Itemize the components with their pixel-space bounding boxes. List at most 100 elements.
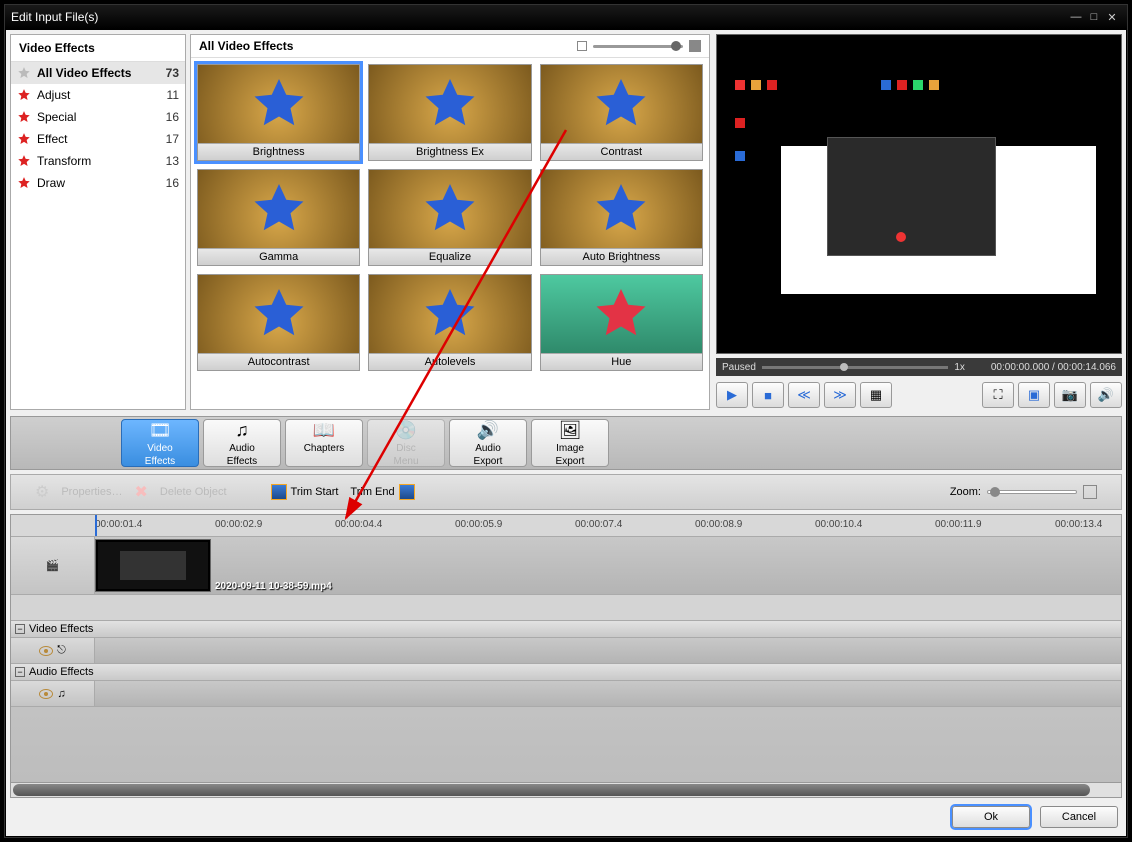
next-frame-button[interactable]: ≫ [824, 382, 856, 408]
playback-speed: 1x [954, 362, 965, 373]
delete-icon: ✖ [134, 482, 147, 502]
tool-row: ⚙ Properties… ✖ Delete Object Trim Start… [10, 474, 1122, 510]
category-item-effect[interactable]: Effect17 [11, 128, 185, 150]
clapperboard-icon: 🎬 [46, 559, 60, 572]
timeline: 00:00:01.4 00:00:02.9 00:00:04.4 00:00:05.9… [10, 514, 1122, 794]
zoom-label: Zoom: [950, 486, 981, 498]
audio-effects-section[interactable]: −Audio Effects [11, 664, 1121, 681]
edit-window: Edit Input File(s) — □ ✕ Video Effects A… [4, 4, 1128, 838]
content-area: Video Effects All Video Effects73Adjust1… [5, 29, 1127, 837]
video-effects-track[interactable] [95, 638, 1121, 663]
mode-image-export[interactable]: 🖼ImageExport [531, 419, 609, 467]
stop-button[interactable]: ■ [752, 382, 784, 408]
effect-contrast[interactable]: Contrast [540, 64, 703, 161]
category-list: Video Effects All Video Effects73Adjust1… [10, 34, 186, 410]
effect-equalize[interactable]: Equalize [368, 169, 531, 266]
ruler-tick: 00:00:08.9 [695, 519, 742, 530]
playback-status: Paused [722, 362, 756, 373]
category-item-all-video-effects[interactable]: All Video Effects73 [11, 62, 185, 84]
mode-audio-export[interactable]: 🔊AudioExport [449, 419, 527, 467]
close-button[interactable]: ✕ [1103, 11, 1121, 24]
horizontal-scrollbar[interactable] [10, 782, 1122, 798]
collapse-icon[interactable]: − [15, 667, 25, 677]
delete-object-button: Delete Object [160, 486, 227, 498]
crop-button[interactable]: ⛶ [982, 382, 1014, 408]
effects-header: All Video Effects [199, 39, 293, 53]
cancel-button[interactable]: Cancel [1040, 806, 1118, 828]
mode-video-effects[interactable]: 🎞VideoEffects [121, 419, 199, 467]
zoom-slider[interactable] [987, 490, 1077, 494]
volume-button[interactable]: 🔊 [1090, 382, 1122, 408]
eye-icon[interactable] [39, 646, 53, 656]
titlebar: Edit Input File(s) — □ ✕ [5, 5, 1127, 29]
window-title: Edit Input File(s) [11, 10, 98, 24]
effects-body: BrightnessBrightness ExContrast GammaEqua… [191, 58, 709, 409]
ruler-tick: 00:00:01.4 [95, 519, 142, 530]
eye-icon[interactable] [39, 689, 53, 699]
zoom-fit-icon[interactable] [1083, 485, 1097, 499]
effects-panel: Video Effects All Video Effects73Adjust1… [10, 34, 710, 410]
category-header: Video Effects [11, 35, 185, 62]
ok-button[interactable]: Ok [952, 806, 1030, 828]
note-icon: ♫ [57, 688, 65, 700]
video-track-header: 🎬 [11, 537, 95, 594]
seek-slider[interactable] [762, 366, 948, 369]
effects-grid: All Video Effects BrightnessBrightness E… [190, 34, 710, 410]
playhead[interactable] [95, 515, 97, 536]
transport-controls: ▶ ■ ≪ ≫ ▦ ⛶ ▣ 📷 🔊 [716, 380, 1122, 410]
fx-icon: ⎋ [57, 644, 66, 657]
prev-frame-button[interactable]: ≪ [788, 382, 820, 408]
effect-auto-brightness[interactable]: Auto Brightness [540, 169, 703, 266]
mode-bar: 🎞VideoEffects♫AudioEffects📖Chapters 💿Dis… [10, 416, 1122, 470]
mode-audio-effects[interactable]: ♫AudioEffects [203, 419, 281, 467]
mode-chapters[interactable]: 📖Chapters [285, 419, 363, 467]
trim-start-icon [271, 484, 287, 500]
effect-brightness-ex[interactable]: Brightness Ex [368, 64, 531, 161]
video-track[interactable]: 2020-09-11 10-38-59.mp4 [95, 537, 1121, 594]
ruler-tick: 00:00:13.4 [1055, 519, 1102, 530]
video-clip[interactable] [95, 539, 211, 592]
trim-start-button[interactable]: Trim Start [271, 484, 339, 500]
thumb-small-icon[interactable] [577, 41, 587, 51]
effects-header-row: All Video Effects [191, 35, 709, 58]
effect-autolevels[interactable]: Autolevels [368, 274, 531, 371]
maximize-button[interactable]: □ [1085, 11, 1103, 23]
effect-gamma[interactable]: Gamma [197, 169, 360, 266]
minimize-button[interactable]: — [1067, 11, 1085, 23]
gear-icon: ⚙ [35, 482, 49, 502]
upper-panels: Video Effects All Video Effects73Adjust1… [10, 34, 1122, 410]
ruler-tick: 00:00:04.4 [335, 519, 382, 530]
video-effects-section[interactable]: −Video Effects [11, 621, 1121, 638]
trim-end-button[interactable]: Trim End [350, 484, 414, 500]
dialog-buttons: Ok Cancel [952, 802, 1118, 832]
category-item-draw[interactable]: Draw16 [11, 172, 185, 194]
film-button[interactable]: ▦ [860, 382, 892, 408]
playback-bar: Paused 1x 00:00:00.000 / 00:00:14.066 [716, 358, 1122, 376]
play-button[interactable]: ▶ [716, 382, 748, 408]
audio-effects-track-header: ♫ [11, 681, 95, 706]
video-effects-track-header: ⎋ [11, 638, 95, 663]
trim-end-icon [399, 484, 415, 500]
time-total: 00:00:14.066 [1058, 362, 1116, 373]
snapshot-button[interactable]: 📷 [1054, 382, 1086, 408]
thumb-size-slider[interactable] [593, 45, 683, 48]
collapse-icon[interactable]: − [15, 624, 25, 634]
fit-button[interactable]: ▣ [1018, 382, 1050, 408]
ruler-tick: 00:00:02.9 [215, 519, 262, 530]
preview-pane: Paused 1x 00:00:00.000 / 00:00:14.066 ▶ … [716, 34, 1122, 410]
audio-effects-track[interactable] [95, 681, 1121, 706]
preview-video[interactable] [716, 34, 1122, 354]
time-current: 00:00:00.000 [991, 362, 1049, 373]
thumb-large-icon[interactable] [689, 40, 701, 52]
effect-brightness[interactable]: Brightness [197, 64, 360, 161]
effect-autocontrast[interactable]: Autocontrast [197, 274, 360, 371]
category-item-adjust[interactable]: Adjust11 [11, 84, 185, 106]
time-ruler[interactable]: 00:00:01.4 00:00:02.9 00:00:04.4 00:00:05.9… [11, 515, 1121, 537]
properties-button: Properties… [61, 486, 122, 498]
effect-hue[interactable]: Hue [540, 274, 703, 371]
clip-filename: 2020-09-11 10-38-59.mp4 [215, 581, 332, 592]
category-item-transform[interactable]: Transform13 [11, 150, 185, 172]
ruler-tick: 00:00:05.9 [455, 519, 502, 530]
category-item-special[interactable]: Special16 [11, 106, 185, 128]
ruler-tick: 00:00:11.9 [935, 519, 982, 530]
